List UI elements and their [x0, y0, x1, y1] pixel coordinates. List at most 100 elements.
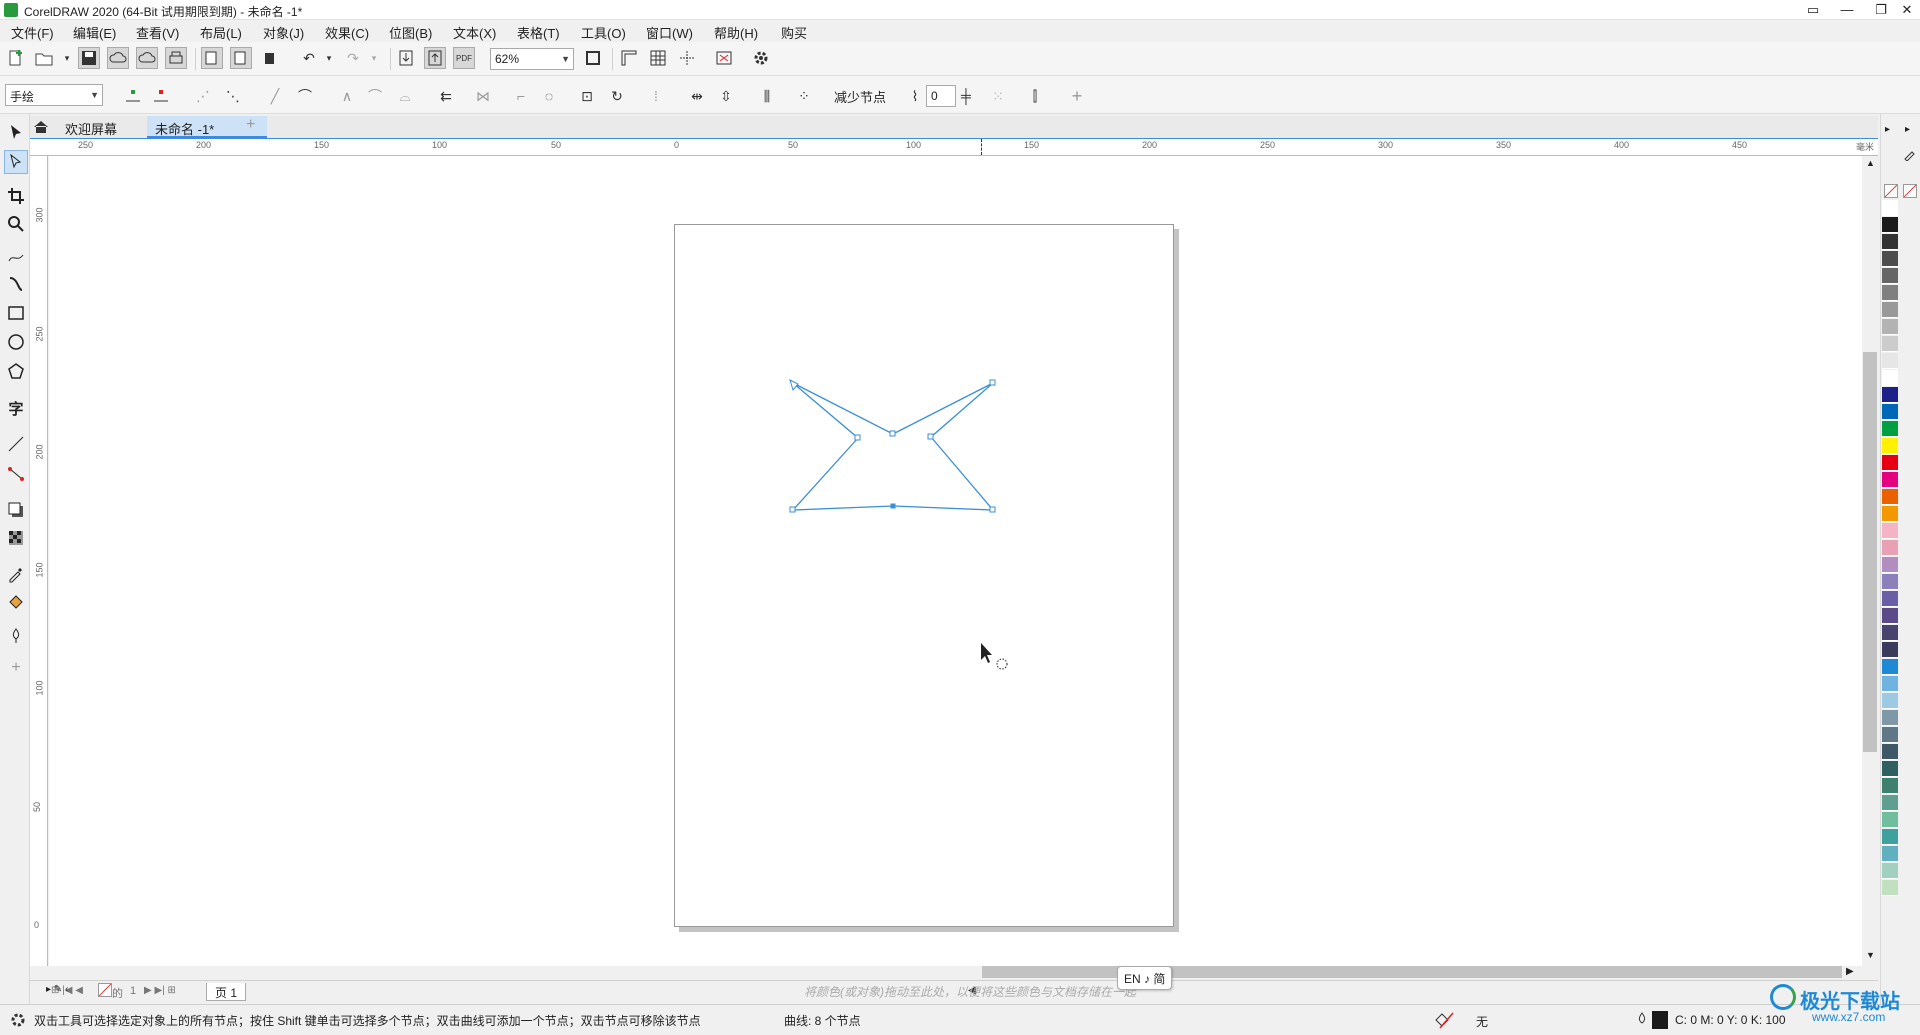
color-swatch[interactable]	[1882, 285, 1898, 301]
color-swatch[interactable]	[1882, 540, 1898, 556]
crop-tool-icon[interactable]	[4, 184, 28, 208]
parallel-dimension-tool-icon[interactable]	[4, 432, 28, 456]
color-swatch[interactable]	[1882, 319, 1898, 335]
page-navigation-next[interactable]: ▶ ▶| ⊞	[144, 985, 176, 996]
rotate-nodes-icon[interactable]: ↻	[606, 85, 628, 107]
to-line-icon[interactable]: ╱	[264, 85, 286, 107]
color-swatch[interactable]	[1882, 217, 1898, 233]
freehand-tool-icon[interactable]	[4, 244, 28, 268]
color-swatch[interactable]	[1882, 557, 1898, 573]
color-swatch[interactable]	[1882, 846, 1898, 862]
color-swatch[interactable]	[1882, 268, 1898, 284]
color-swatch[interactable]	[1882, 455, 1898, 471]
add-toolbar-item-icon[interactable]: +	[1066, 85, 1088, 107]
delete-node-icon[interactable]	[150, 85, 172, 107]
cloud-upload-icon[interactable]	[107, 47, 129, 69]
status-settings-gear-icon[interactable]	[10, 1012, 26, 1028]
home-icon[interactable]	[33, 119, 49, 135]
ellipse-tool-icon[interactable]	[4, 330, 28, 354]
cloud-download-icon[interactable]	[136, 47, 158, 69]
color-swatch[interactable]	[1882, 642, 1898, 658]
shape-tool-icon[interactable]	[4, 150, 28, 174]
menu-edit[interactable]: 编辑(E)	[73, 23, 116, 42]
menu-object[interactable]: 对象(J)	[263, 23, 304, 42]
window-mode-icon[interactable]: ▭	[1796, 0, 1830, 20]
menu-file[interactable]: 文件(F)	[11, 23, 54, 42]
color-swatch[interactable]	[1882, 336, 1898, 352]
break-curve-icon[interactable]: ⋱	[222, 85, 244, 107]
undo-icon[interactable]: ↶	[298, 47, 320, 69]
color-swatch[interactable]	[1882, 591, 1898, 607]
undo-dropdown-icon[interactable]: ▾	[318, 47, 340, 69]
page-tab[interactable]: 页 1	[206, 983, 247, 1001]
document-palette-no-color-swatch[interactable]	[98, 983, 112, 997]
palette-options-icon[interactable]: ▸	[1905, 124, 1910, 135]
select-all-nodes-icon[interactable]: ⁘	[793, 85, 815, 107]
menu-tools[interactable]: 工具(O)	[581, 23, 626, 42]
horizontal-ruler[interactable]: 250 200 150 100 50 0 50 100 150 200 250 …	[30, 138, 1878, 156]
outline-color-swatch[interactable]	[1652, 1011, 1668, 1029]
symmetrical-node-icon[interactable]: ⌓	[394, 85, 416, 107]
eyedropper-icon[interactable]	[1903, 147, 1917, 162]
save-icon[interactable]	[78, 47, 100, 69]
join-nodes-icon[interactable]: ⋰	[192, 85, 214, 107]
scroll-down-icon[interactable]: ▼	[1866, 950, 1875, 960]
color-swatch[interactable]	[1882, 608, 1898, 624]
scroll-right-icon[interactable]: ▶	[1846, 966, 1854, 977]
options-gear-icon[interactable]	[750, 47, 772, 69]
eyedropper-tool-icon[interactable]	[4, 562, 28, 586]
document-page[interactable]	[674, 224, 1174, 927]
color-swatch[interactable]	[1882, 506, 1898, 522]
close-button[interactable]: ✕	[1890, 0, 1920, 20]
color-swatch[interactable]	[1882, 659, 1898, 675]
menu-text[interactable]: 文本(X)	[453, 23, 496, 42]
scroll-up-icon[interactable]: ▲	[1866, 158, 1875, 168]
color-swatch[interactable]	[1882, 829, 1898, 845]
color-swatch[interactable]	[1882, 234, 1898, 250]
import-icon[interactable]	[201, 47, 223, 69]
close-curve-icon[interactable]: ⌐	[510, 85, 532, 107]
add-tool-icon[interactable]: +	[4, 656, 28, 680]
color-swatch[interactable]	[1882, 744, 1898, 760]
new-tab-button[interactable]: +	[240, 116, 261, 138]
align-nodes-icon[interactable]: ⁞	[645, 85, 667, 107]
connector-tool-icon[interactable]	[4, 462, 28, 486]
smart-fill-tool-icon[interactable]	[4, 624, 28, 648]
mirror-vertical-icon[interactable]: ⇳	[715, 85, 737, 107]
color-swatch[interactable]	[1882, 812, 1898, 828]
export-arrow-icon[interactable]	[424, 47, 446, 69]
mirror-horizontal-icon[interactable]: ⇹	[686, 85, 708, 107]
zoom-level-combo[interactable]: 62% ▼	[490, 48, 574, 70]
color-swatch[interactable]	[1882, 693, 1898, 709]
color-swatch[interactable]	[1882, 421, 1898, 437]
smoothness-slider-icon[interactable]: ╪	[955, 85, 977, 107]
redo-dropdown-icon[interactable]: ▾	[363, 47, 385, 69]
print-icon[interactable]	[165, 47, 187, 69]
pick-tool-icon[interactable]	[4, 120, 28, 144]
color-swatch[interactable]	[1882, 778, 1898, 794]
menu-layout[interactable]: 布局(L)	[200, 23, 242, 42]
close-curve-auto-icon[interactable]: ◌	[538, 85, 560, 107]
color-swatch[interactable]	[1882, 795, 1898, 811]
minimize-button[interactable]: —	[1830, 0, 1864, 20]
no-outline-swatch[interactable]	[1903, 184, 1917, 198]
color-swatch[interactable]	[1882, 727, 1898, 743]
color-swatch[interactable]	[1882, 353, 1898, 369]
extend-curve-icon[interactable]: ⋈	[472, 85, 494, 107]
transparency-tool-icon[interactable]	[4, 526, 28, 550]
interactive-fill-tool-icon[interactable]	[4, 590, 28, 614]
menu-bitmap[interactable]: 位图(B)	[389, 23, 432, 42]
export-icon[interactable]	[230, 47, 252, 69]
select-nodes-icon[interactable]: ⁙	[987, 85, 1009, 107]
to-curve-icon[interactable]: ⌒	[294, 85, 316, 107]
vertical-ruler[interactable]: 300 250 200 150 100 50 0	[30, 156, 48, 966]
cusp-node-icon[interactable]: ∧	[336, 85, 358, 107]
color-swatch[interactable]	[1882, 880, 1898, 896]
zoom-to-page-icon[interactable]	[582, 47, 604, 69]
color-swatch[interactable]	[1882, 489, 1898, 505]
color-swatch[interactable]	[1882, 404, 1898, 420]
node-spacing-icon[interactable]: ⫿	[1024, 85, 1046, 107]
copy-icon[interactable]	[259, 47, 281, 69]
show-grid-icon[interactable]	[647, 47, 669, 69]
elastic-mode-icon[interactable]: ⫼	[756, 85, 778, 107]
